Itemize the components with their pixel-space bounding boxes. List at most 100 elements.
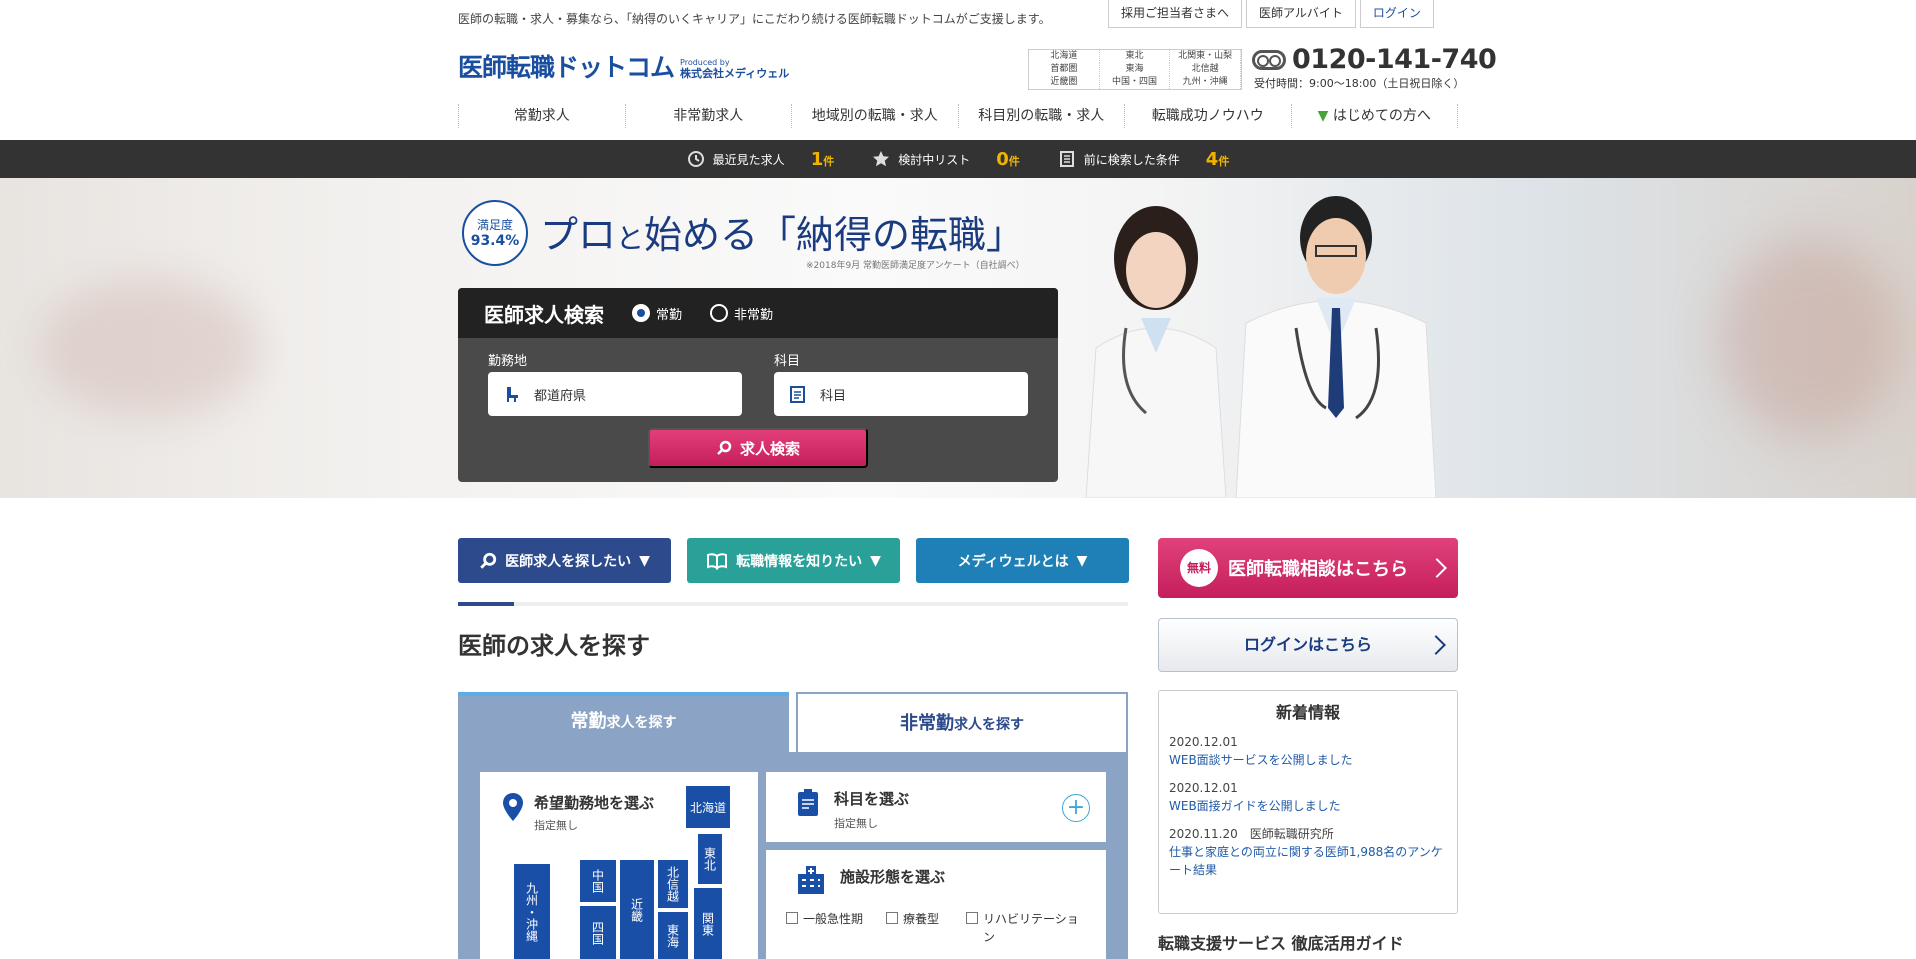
map-kanto[interactable]: 関東	[694, 888, 722, 959]
facility-checkbox[interactable]: リハビリテーション	[966, 910, 1086, 946]
hero-catchcopy: プロと始める「納得の転職」	[540, 213, 1025, 257]
part-time-link[interactable]: 医師アルバイト	[1246, 0, 1356, 28]
company-name: 株式会社メディウェル	[680, 66, 790, 80]
clipboard-icon	[790, 386, 805, 403]
list-icon	[1059, 151, 1074, 167]
nav-beginner[interactable]: ▼ はじめての方へ	[1290, 104, 1458, 128]
nav-knowhow[interactable]: 転職成功ノウハウ	[1124, 104, 1291, 128]
site-logo[interactable]: 医師転職ドットコム Produced by 株式会社メディウェル	[458, 48, 789, 84]
produced-by: Produced by 株式会社メディウェル	[680, 58, 790, 80]
chevron-right-icon	[1427, 558, 1447, 578]
tab-parttime[interactable]: 非常勤求人を探す	[796, 692, 1128, 752]
region-link[interactable]: 九州・沖縄	[1170, 76, 1241, 89]
consider-list[interactable]: 検討中リスト 0件	[872, 149, 1020, 170]
news-link[interactable]: 仕事と家庭との両立に関する医師1,988名のアンケート結果	[1169, 843, 1449, 879]
region-link[interactable]: 東北	[1100, 50, 1171, 63]
header-tagline: 医師の転職・求人・募集なら、「納得のいくキャリア」にこだわり続ける医師転職ドット…	[458, 12, 1051, 26]
dept-chooser[interactable]: 科目を選ぶ 指定無し +	[766, 772, 1106, 842]
region-link[interactable]: 首都圏	[1029, 63, 1100, 76]
clipboard-check-icon	[798, 789, 818, 816]
expand-plus-icon[interactable]: +	[1062, 794, 1090, 822]
login-link[interactable]: ログイン	[1359, 0, 1434, 28]
satisfaction-badge: 満足度 93.4%	[462, 200, 528, 266]
region-link[interactable]: 北信越	[1170, 63, 1241, 76]
location-label: 勤務地	[488, 354, 528, 369]
facility-chooser: 施設形態を選ぶ 一般急性期 療養型 リハビリテーション	[766, 850, 1106, 959]
divider	[458, 602, 1128, 606]
clock-icon	[687, 151, 704, 167]
hero-note: ※2018年9月 常勤医師満足度アンケート（自社調べ）	[806, 261, 1025, 271]
facility-checkbox[interactable]: 一般急性期	[786, 910, 863, 927]
job-tabs: 常勤求人を探す 非常勤求人を探す	[458, 692, 1128, 752]
region-links: 北海道 東北 北関東・山梨 首都圏 東海 北信越 近畿圏 中国・四国 九州・沖縄	[1028, 49, 1242, 90]
map-tohoku[interactable]: 東北	[698, 834, 722, 884]
book-icon	[707, 552, 728, 570]
news-item: 2020.11.20 医師転職研究所 仕事と家庭との両立に関する医師1,988名…	[1169, 825, 1457, 879]
region-link[interactable]: 近畿圏	[1029, 76, 1100, 89]
recruiter-link[interactable]: 採用ご担当者さまへ	[1108, 0, 1243, 28]
beginner-leaf-icon: ▼	[1317, 108, 1329, 124]
news-title: 新着情報	[1275, 703, 1340, 722]
search-panel: 希望勤務地を選ぶ 指定無し 北海道 東北 関東 東海 北信越 近畿 中国 四国 九…	[458, 752, 1128, 959]
news-box: 新着情報 2020.12.01 WEB面談サービスを公開しました 2020.12…	[1158, 690, 1458, 914]
search-icon	[480, 552, 497, 569]
dept-select[interactable]: 科目	[774, 372, 1028, 416]
login-button[interactable]: ログインはこちら	[1158, 618, 1458, 672]
dept-label: 科目	[774, 354, 801, 369]
news-link[interactable]: WEB面談サービスを公開しました	[1169, 753, 1353, 767]
previous-search[interactable]: 前に検索した条件 4件	[1058, 149, 1229, 170]
region-link[interactable]: 北関東・山梨	[1170, 50, 1241, 63]
chair-icon	[507, 387, 518, 402]
job-search-box: 医師求人検索 常勤 非常勤 勤務地 科目 都道府県 科目 求人検索	[458, 288, 1058, 482]
global-nav: 常勤求人 非常勤求人 地域別の転職・求人 科目別の転職・求人 転職成功ノウハウ …	[458, 104, 1458, 128]
facility-checkbox[interactable]: 療養型	[886, 910, 939, 927]
page: 医師の転職・求人・募集なら、「納得のいくキャリア」にこだわり続ける医師転職ドット…	[0, 0, 1916, 959]
job-search-button[interactable]: 求人検索	[648, 428, 868, 468]
map-hokkaido[interactable]: 北海道	[686, 786, 730, 828]
guide-title: 転職支援サービス 徹底活用ガイド	[1158, 934, 1404, 953]
search-icon	[717, 440, 732, 455]
map-kyushu[interactable]: 九州・沖縄	[514, 864, 550, 959]
doctors-photo	[1085, 196, 1437, 498]
map-chugoku[interactable]: 中国	[580, 860, 616, 902]
star-icon	[873, 151, 890, 167]
map-tokai[interactable]: 東海	[658, 912, 688, 959]
logo-text: 医師転職ドットコム	[458, 53, 675, 82]
chevron-right-icon	[1426, 635, 1446, 655]
section-pills: 医師求人を探したい ▼ 転職情報を知りたい ▼ メディウェルとは ▼	[458, 538, 1129, 583]
nav-by-region[interactable]: 地域別の転職・求人	[791, 104, 958, 128]
nav-parttime[interactable]: 非常勤求人	[624, 104, 792, 128]
top-links: 採用ご担当者さまへ 医師アルバイト ログイン	[1108, 0, 1434, 28]
news-item: 2020.12.01 WEB面談サービスを公開しました	[1169, 735, 1353, 767]
radio-fulltime[interactable]: 常勤	[632, 304, 682, 323]
tab-fulltime[interactable]: 常勤求人を探す	[458, 692, 789, 752]
location-chooser[interactable]: 希望勤務地を選ぶ 指定無し 北海道 東北 関東 東海 北信越 近畿 中国 四国 九…	[480, 772, 758, 959]
nav-fulltime[interactable]: 常勤求人	[458, 104, 625, 128]
region-link[interactable]: 中国・四国	[1100, 76, 1171, 89]
section-title: 医師の求人を探す	[458, 632, 650, 660]
news-item: 2020.12.01 WEB面接ガイドを公開しました	[1169, 781, 1341, 813]
freedial-icon	[1252, 49, 1286, 70]
nav-by-dept[interactable]: 科目別の転職・求人	[957, 104, 1125, 128]
hospital-icon	[798, 866, 824, 894]
map-shikoku[interactable]: 四国	[580, 906, 616, 959]
radio-parttime[interactable]: 非常勤	[710, 304, 773, 323]
phone-number[interactable]: 0120-141-740	[1292, 44, 1497, 75]
about-mediwel-button[interactable]: メディウェルとは ▼	[916, 538, 1129, 583]
recent-viewed[interactable]: 最近見た求人 1件	[687, 149, 834, 170]
free-badge: 無料	[1180, 549, 1218, 587]
location-select[interactable]: 都道府県	[488, 372, 742, 416]
free-consult-button[interactable]: 無料 医師転職相談はこちら	[1158, 538, 1458, 598]
region-link[interactable]: 北海道	[1029, 50, 1100, 63]
map-hokushinetsu[interactable]: 北信越	[658, 860, 688, 908]
map-kinki[interactable]: 近畿	[620, 860, 654, 959]
phone-hours: 受付時間：9:00〜18:00（土日祝日除く）	[1254, 77, 1465, 90]
region-link[interactable]: 東海	[1100, 63, 1171, 76]
find-jobs-button[interactable]: 医師求人を探したい ▼	[458, 538, 671, 583]
career-info-button[interactable]: 転職情報を知りたい ▼	[687, 538, 900, 583]
status-bar: 最近見た求人 1件 検討中リスト 0件 前に検索した条件 4件	[0, 140, 1916, 178]
map-pin-icon	[503, 793, 523, 821]
news-link[interactable]: WEB面接ガイドを公開しました	[1169, 799, 1341, 813]
phone-block: 0120-141-740 受付時間：9:00〜18:00（土日祝日除く）	[1252, 44, 1497, 91]
search-title: 医師求人検索	[484, 302, 604, 327]
